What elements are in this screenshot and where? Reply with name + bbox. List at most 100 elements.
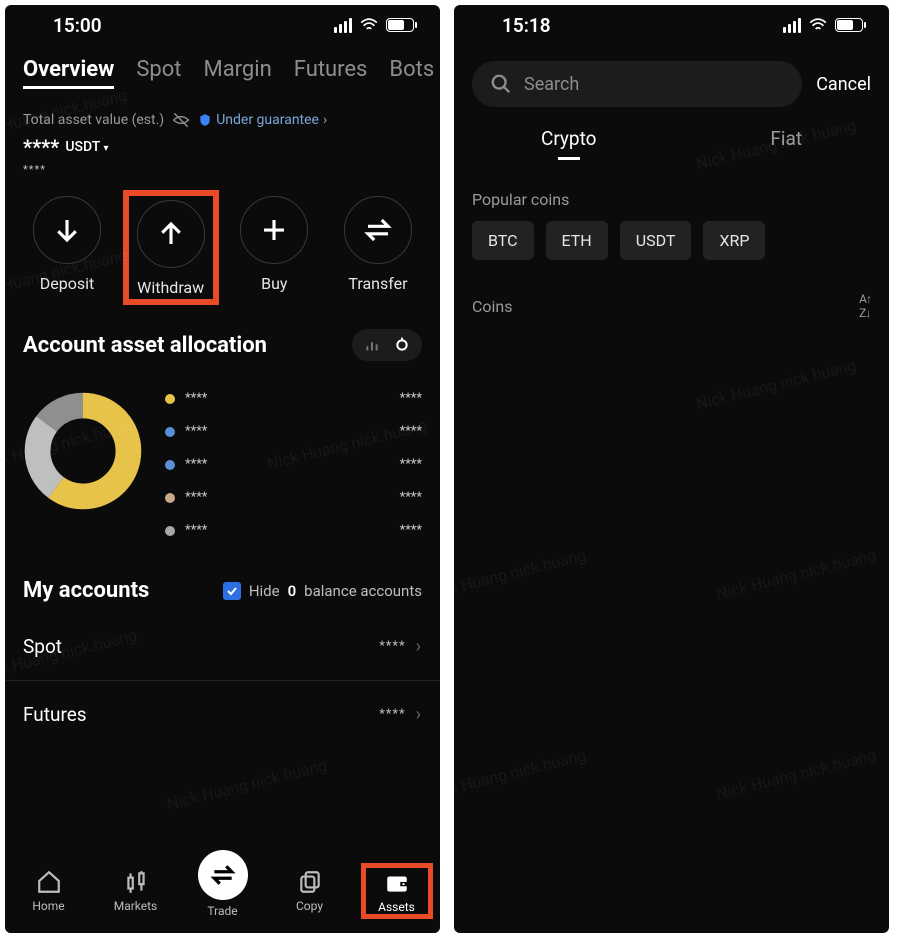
cancel-button[interactable]: Cancel <box>816 74 871 95</box>
shield-icon <box>198 113 212 127</box>
caret-down-icon: ▾ <box>103 143 108 154</box>
action-buy[interactable]: Buy <box>226 196 322 305</box>
nav-home[interactable]: Home <box>13 869 85 913</box>
wallet-icon <box>384 870 410 896</box>
action-transfer[interactable]: Transfer <box>330 196 426 305</box>
allocation-body: **** **** **** **** **** **** **** **** ****… <box>5 371 440 568</box>
battery-icon <box>386 18 414 32</box>
wifi-icon <box>359 18 379 32</box>
status-bar: 15:18 <box>454 5 889 45</box>
tab-futures[interactable]: Futures <box>294 57 368 89</box>
my-accounts-header: My accounts Hide 0 balance accounts <box>5 568 440 613</box>
plus-icon <box>259 215 289 245</box>
tab-fiat[interactable]: Fiat <box>770 127 802 150</box>
nav-trade[interactable]: Trade <box>187 864 259 918</box>
coins-label: Coins <box>472 297 513 316</box>
donut-icon[interactable] <box>390 333 414 357</box>
legend-dot <box>165 427 175 437</box>
action-label: Withdraw <box>131 278 211 297</box>
legend-row: ******** <box>165 424 422 439</box>
asset-value: **** USDT ▾ <box>5 131 440 163</box>
tab-crypto[interactable]: Crypto <box>541 127 597 150</box>
allocation-legend: **** **** **** **** **** **** **** **** ****… <box>165 391 422 538</box>
trade-button-icon <box>198 850 248 900</box>
watermark: Nick Huang nick.huang <box>454 545 588 603</box>
legend-name: **** <box>185 490 207 505</box>
account-row-spot[interactable]: Spot ****› <box>5 613 440 681</box>
status-icons <box>783 18 863 33</box>
home-icon <box>36 869 62 895</box>
legend-name: **** <box>185 523 207 538</box>
tab-margin[interactable]: Margin <box>203 57 271 89</box>
popular-coins-label: Popular coins <box>454 156 889 219</box>
watermark: Nick Huang nick.huang <box>165 755 329 813</box>
account-value: **** <box>379 707 405 722</box>
legend-name: **** <box>185 457 207 472</box>
signal-icon <box>334 18 352 33</box>
hide-zero-balance-toggle[interactable]: Hide 0 balance accounts <box>223 582 422 600</box>
checkbox-checked-icon <box>223 582 241 600</box>
account-row-futures[interactable]: Futures ****› <box>5 681 440 748</box>
tab-spot[interactable]: Spot <box>136 57 181 89</box>
allocation-title: Account asset allocation <box>23 333 267 358</box>
nav-assets[interactable]: Assets <box>361 863 433 919</box>
signal-icon <box>783 18 801 33</box>
nav-label: Home <box>32 899 64 913</box>
nav-label: Trade <box>207 904 237 918</box>
legend-value: **** <box>400 490 422 505</box>
action-label: Deposit <box>19 274 115 293</box>
bars-icon[interactable] <box>360 333 384 357</box>
value-mask: **** <box>23 135 59 159</box>
alloc-view-toggle[interactable] <box>352 329 422 361</box>
chevron-right-icon: › <box>416 704 422 725</box>
candles-icon <box>123 869 149 895</box>
popular-coins-chips: BTC ETH USDT XRP <box>454 219 889 262</box>
legend-dot <box>165 526 175 536</box>
legend-value: **** <box>400 391 422 406</box>
coins-list-header: Coins A↑Z↓ <box>454 262 889 350</box>
legend-name: **** <box>185 424 207 439</box>
chevron-right-icon: › <box>323 112 327 128</box>
search-icon <box>490 73 512 95</box>
action-deposit[interactable]: Deposit <box>19 196 115 305</box>
top-tabs: Overview Spot Margin Futures Bots F <box>5 45 440 99</box>
allocation-donut-chart <box>23 391 143 511</box>
legend-dot <box>165 460 175 470</box>
value-sub: **** <box>5 163 440 184</box>
wifi-icon <box>808 18 828 32</box>
sort-alpha-icon[interactable]: A↑Z↓ <box>859 292 871 320</box>
tab-overview[interactable]: Overview <box>23 57 114 89</box>
nav-label: Copy <box>296 899 323 913</box>
legend-row: **** **** <box>165 523 422 538</box>
nav-markets[interactable]: Markets <box>100 869 172 913</box>
clock: 15:00 <box>53 14 102 37</box>
coin-chip-usdt[interactable]: USDT <box>620 221 692 260</box>
action-buttons: Deposit Withdraw Buy Transfer <box>5 184 440 323</box>
hide-zero-count: 0 <box>288 582 297 600</box>
currency-type-tabs: Crypto Fiat <box>454 117 889 156</box>
eye-off-icon[interactable] <box>172 111 190 129</box>
search-placeholder: Search <box>524 74 579 95</box>
copy-icon <box>297 869 323 895</box>
action-withdraw[interactable]: Withdraw <box>123 190 219 305</box>
coin-chip-eth[interactable]: ETH <box>546 221 608 260</box>
legend-name: **** <box>185 391 207 406</box>
asset-value-header: Total asset value (est.) Under guarantee… <box>5 99 440 131</box>
legend-value: **** <box>400 523 422 538</box>
screen-withdraw-search: 15:18 Search Cancel Crypto Fiat Popular … <box>454 5 889 933</box>
tab-bots[interactable]: Bots <box>389 57 434 89</box>
nav-copy[interactable]: Copy <box>274 869 346 913</box>
watermark: Nick Huang nick.huang <box>714 745 878 803</box>
status-bar: 15:00 <box>5 5 440 45</box>
action-label: Transfer <box>330 274 426 293</box>
chevron-right-icon: › <box>416 636 422 657</box>
allocation-header: Account asset allocation <box>5 323 440 371</box>
my-accounts-title: My accounts <box>23 578 149 603</box>
value-unit[interactable]: USDT ▾ <box>65 139 108 155</box>
guarantee-badge[interactable]: Under guarantee › <box>198 112 327 128</box>
coin-chip-btc[interactable]: BTC <box>472 221 534 260</box>
coin-chip-xrp[interactable]: XRP <box>703 221 765 260</box>
search-input[interactable]: Search <box>472 61 802 107</box>
legend-value: **** <box>400 457 422 472</box>
hide-zero-text: Hide <box>249 582 280 600</box>
